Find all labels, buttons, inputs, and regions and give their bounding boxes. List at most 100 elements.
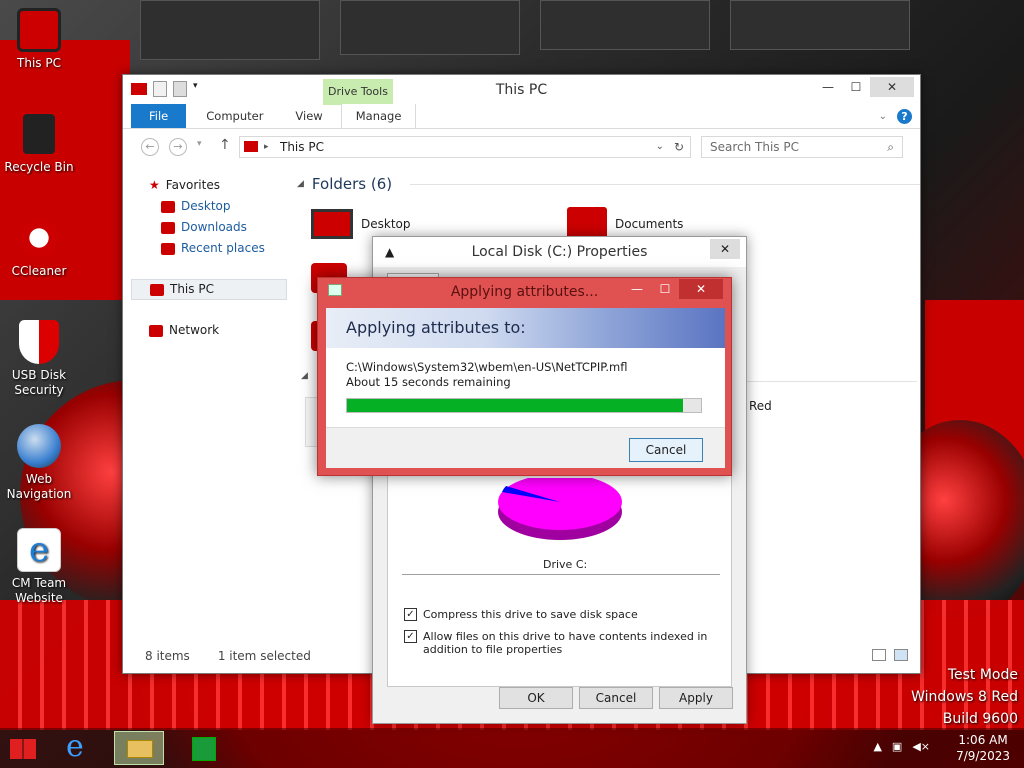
expand-ribbon-icon[interactable]: ⌄ [879,111,887,122]
time-remaining: About 15 seconds remaining [346,375,511,389]
shield-icon [19,320,59,364]
taskbar-file-explorer[interactable] [114,731,164,765]
drives-group-header-partial[interactable]: ◢ [301,371,308,381]
apply-button[interactable]: Apply [659,687,733,709]
checkbox-checked-icon[interactable]: ✓ [404,630,417,643]
nav-label: Favorites [165,178,220,192]
tab-view[interactable]: View [281,104,336,128]
desktop-icon [161,200,175,213]
clock-time: 1:06 AM [958,733,1008,747]
tab-file[interactable]: File [131,104,187,128]
nav-this-pc[interactable]: This PC [131,279,287,300]
search-placeholder: Search This PC [710,140,799,154]
cancel-button[interactable]: Cancel [629,438,703,462]
network-icon[interactable]: ▣ [892,740,902,753]
pie-chart [498,474,622,540]
desktop-icon-label: USB Disk Security [11,368,67,397]
address-text: This PC [280,140,324,154]
desktop-icon-label: CM Team Website [11,576,67,605]
minimize-button[interactable]: — [623,279,651,299]
compress-checkbox[interactable]: ✓ Compress this drive to save disk space [404,608,638,621]
network-icon [149,324,163,337]
explorer-titlebar[interactable]: ▾ Drive Tools This PC — ☐ ✕ [123,75,920,105]
group-title: Folders (6) [311,175,393,193]
desktop-icon-label: Recycle Bin [4,160,74,174]
up-button[interactable]: ↑ [219,137,231,153]
show-hidden-icons-icon[interactable]: ▲ [873,740,881,753]
ok-button[interactable]: OK [499,687,573,709]
index-checkbox[interactable]: ✓ Allow files on this drive to have cont… [404,630,714,656]
progress-bar [346,398,702,413]
maximize-button[interactable]: ☐ [651,279,679,299]
nav-downloads[interactable]: Downloads [131,217,291,238]
wallpaper-block [540,0,710,50]
start-button[interactable] [0,731,46,765]
volume-muted-icon[interactable]: ◀× [912,740,930,753]
drive-line [717,381,917,382]
properties-titlebar[interactable]: ▲ Local Disk (C:) Properties ✕ [373,237,746,267]
clock[interactable]: 1:06 AM 7/9/2023 [956,732,1010,764]
ribbon-tabs: File Computer View Manage ⌄ ? [123,104,920,129]
window-controls: — ☐ ✕ [814,77,914,97]
ribbon-right: ⌄ ? [879,109,912,124]
window-title: This PC [495,82,548,98]
cancel-button[interactable]: Cancel [579,687,653,709]
recycle-bin-icon [21,112,57,156]
search-input[interactable]: Search This PC ⌕ [701,136,903,158]
taskbar-internet-explorer[interactable]: e [58,729,108,765]
globe-icon [17,424,61,468]
checkbox-checked-icon[interactable]: ✓ [404,608,417,621]
tab-computer[interactable]: Computer [192,104,277,128]
back-button[interactable]: ← [141,138,159,156]
desktop-icon-cm-team-website[interactable]: e CM Team Website [1,528,77,606]
desktop-icon-usb-disk-security[interactable]: USB Disk Security [1,320,77,398]
close-button[interactable]: ✕ [710,239,740,259]
apply-titlebar[interactable]: Applying attributes... — ☐ ✕ [318,278,731,304]
desktop-icon-this-pc[interactable]: This PC [1,8,77,71]
address-bar[interactable]: ▸ This PC ⌄ ↻ [239,136,691,158]
close-button[interactable]: ✕ [679,279,723,299]
close-button[interactable]: ✕ [870,77,914,97]
computer-icon [17,8,61,52]
drive-label: Drive C: [543,558,588,571]
internet-explorer-icon: e [17,528,61,572]
navigation-bar: ← → ▾ ↑ ▸ This PC ⌄ ↻ Search This PC ⌕ [123,129,920,165]
tab-manage[interactable]: Manage [340,104,417,128]
apply-header: Applying attributes to: [326,308,725,348]
desktop-icon-recycle-bin[interactable]: Recycle Bin [1,112,77,175]
nav-favorites[interactable]: ★ Favorites [131,175,291,196]
nav-recent-places[interactable]: Recent places [131,238,291,259]
computer-icon [150,283,164,296]
apply-details: C:\Windows\System32\wbem\en-US\NetTCPIP.… [326,348,725,428]
nav-label: Desktop [181,199,231,213]
taskbar: e ▲ ▣ ◀× 1:06 AM 7/9/2023 [0,728,1024,768]
status-bar: 8 items 1 item selected [145,649,311,663]
taskbar-store[interactable] [180,731,230,765]
wallpaper-block [340,0,520,55]
search-icon: ⌕ [887,140,894,154]
details-view-icon[interactable] [872,649,886,661]
help-icon[interactable]: ? [897,109,912,124]
desktop-icon-web-navigation[interactable]: Web Navigation [1,424,77,502]
desktop-icon-label: CCleaner [11,264,67,278]
desktop-icon-label: Web Navigation [6,472,72,501]
applying-attributes-dialog: Applying attributes... — ☐ ✕ Applying at… [317,277,732,476]
refresh-icon[interactable]: ↻ [674,137,684,157]
minimize-button[interactable]: — [814,77,842,97]
windows-logo-icon [10,739,36,759]
large-icons-view-icon[interactable] [894,649,908,661]
forward-button[interactable]: → [169,138,187,156]
current-file-path: C:\Windows\System32\wbem\en-US\NetTCPIP.… [346,360,628,374]
folder-item-desktop[interactable]: Desktop [311,209,411,239]
recent-locations-chevron-icon[interactable]: ▾ [197,139,202,149]
nav-desktop[interactable]: Desktop [131,196,291,217]
window-controls: — ☐ ✕ [623,279,723,299]
watermark-line: Build 9600 [942,711,1018,727]
address-dropdown-icon[interactable]: ⌄ [656,137,664,157]
desktop-icon-ccleaner[interactable]: CCleaner [1,216,77,279]
nav-network[interactable]: Network [131,320,291,341]
breadcrumb-chevron-icon: ▸ [264,142,269,152]
progress-fill [347,399,684,412]
maximize-button[interactable]: ☐ [842,77,870,97]
folders-group-header[interactable]: ◢ Folders (6) [297,175,920,193]
